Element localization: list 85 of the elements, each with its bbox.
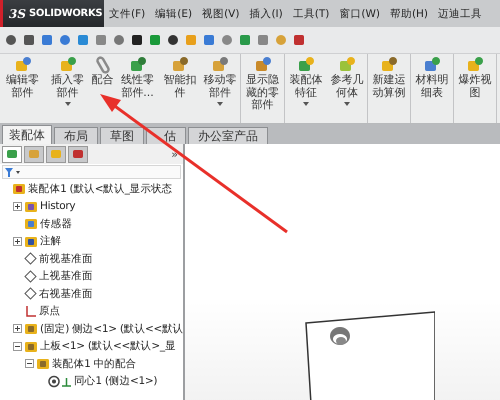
more-button[interactable]: » [171,148,181,160]
tab[interactable]: 布局 [54,127,98,144]
expander-icon[interactable] [25,359,34,368]
part-icon [466,56,484,74]
tab-icon [6,148,18,160]
tool-icon[interactable] [166,33,180,47]
command-button[interactable]: 装配体特征 [285,54,327,123]
menu-item[interactable]: 工具(T) [288,6,334,20]
command-button[interactable]: 智能扣件 [160,54,200,123]
tree-item[interactable]: 前视基准面 [39,252,93,266]
menu-item[interactable]: 编辑(E) [150,6,198,20]
part-icon [24,340,38,353]
expander-icon[interactable] [13,202,22,211]
part-icon [423,56,441,74]
caret-icon [217,102,223,106]
part-icon [58,56,76,74]
tree-item[interactable]: 上板<1> (默认<<默认>_显 [40,339,176,354]
tree-item[interactable]: 装配体1 中的配合 [52,356,136,371]
panel-tab[interactable] [68,146,88,162]
tree-item[interactable]: History [40,200,76,212]
panel-tab[interactable] [46,146,66,162]
tab-icon [50,148,62,160]
expander-icon[interactable] [13,342,22,351]
tree-item[interactable]: 装配体1 (默认<默认_显示状态 [28,182,172,196]
command-button[interactable]: 参考几何体 [327,54,367,123]
part-icon [211,56,229,74]
command-button[interactable]: 编辑零部件 [0,54,45,123]
logo-mark: 3S [9,6,26,20]
plane-icon [24,270,37,283]
command-button[interactable]: 插入零部件 [45,54,90,123]
panel-tab[interactable] [2,146,22,162]
logo-text: SOLIDWORKS [29,8,102,19]
tool-icon[interactable] [130,33,144,47]
caret-icon [344,102,350,106]
command-button[interactable]: 爆炸视图 [454,54,496,123]
command-button[interactable]: 显示隐藏的零部件 [241,54,284,123]
part-icon [254,56,272,74]
part-icon [297,56,315,74]
command-button[interactable]: 新建运动算例 [368,54,410,123]
part-icon [128,56,146,74]
concentric-icon [48,374,72,388]
part-icon [338,56,356,74]
tab-icon [28,148,40,160]
menu-item[interactable]: 迈迪工具 [433,6,488,20]
command-button[interactable]: 材料明细表 [411,54,453,123]
folder-icon [36,357,50,370]
tree-item[interactable]: 注解 [40,234,62,248]
assembly-icon [12,182,26,196]
part-icon [24,322,38,336]
menu-item[interactable]: 帮助(H) [384,6,434,20]
tree-item[interactable]: 同心1 (侧边<1>) [74,374,158,388]
origin-icon [24,304,37,318]
tree-item[interactable]: 右视基准面 [39,286,93,301]
folder-icon [24,217,38,230]
command-button[interactable]: 移动零部件 [200,54,240,123]
tab[interactable]: 草图 [100,127,144,144]
filter-icon[interactable] [5,168,21,176]
folder-icon [24,234,38,248]
part-icon [380,56,398,74]
tab-icon [72,148,84,160]
menu-item[interactable]: 窗口(W) [334,6,385,20]
tree-item[interactable]: (固定) 侧边<1> (默认<<默认 [40,322,184,336]
caret-icon [303,102,309,106]
part-icon [14,56,32,74]
expander-icon[interactable] [13,236,22,246]
folder-icon [24,200,38,213]
tab[interactable]: 装配体 [2,125,52,144]
menu-item[interactable]: 文件(F) [104,6,150,20]
command-button[interactable]: 配合 [90,54,115,123]
tree-item[interactable]: 上视基准面 [39,269,93,284]
tree-item[interactable]: 传感器 [40,216,72,231]
expander-icon[interactable] [13,324,22,334]
plane-icon [24,287,37,300]
paperclip-icon [94,56,112,74]
tool-icon[interactable] [4,33,18,47]
tool-icon[interactable] [22,33,36,47]
tree-item[interactable]: 原点 [39,304,60,318]
caret-icon [64,102,70,106]
menu-item[interactable]: 视图(V) [197,6,244,20]
command-button[interactable]: 线性零部件... [115,54,160,123]
menu-item[interactable]: 插入(I) [244,6,288,20]
plane-icon [24,252,37,266]
part-icon [171,56,189,74]
panel-tab[interactable] [24,146,44,162]
tab[interactable]: 办公室产品 [188,127,268,144]
